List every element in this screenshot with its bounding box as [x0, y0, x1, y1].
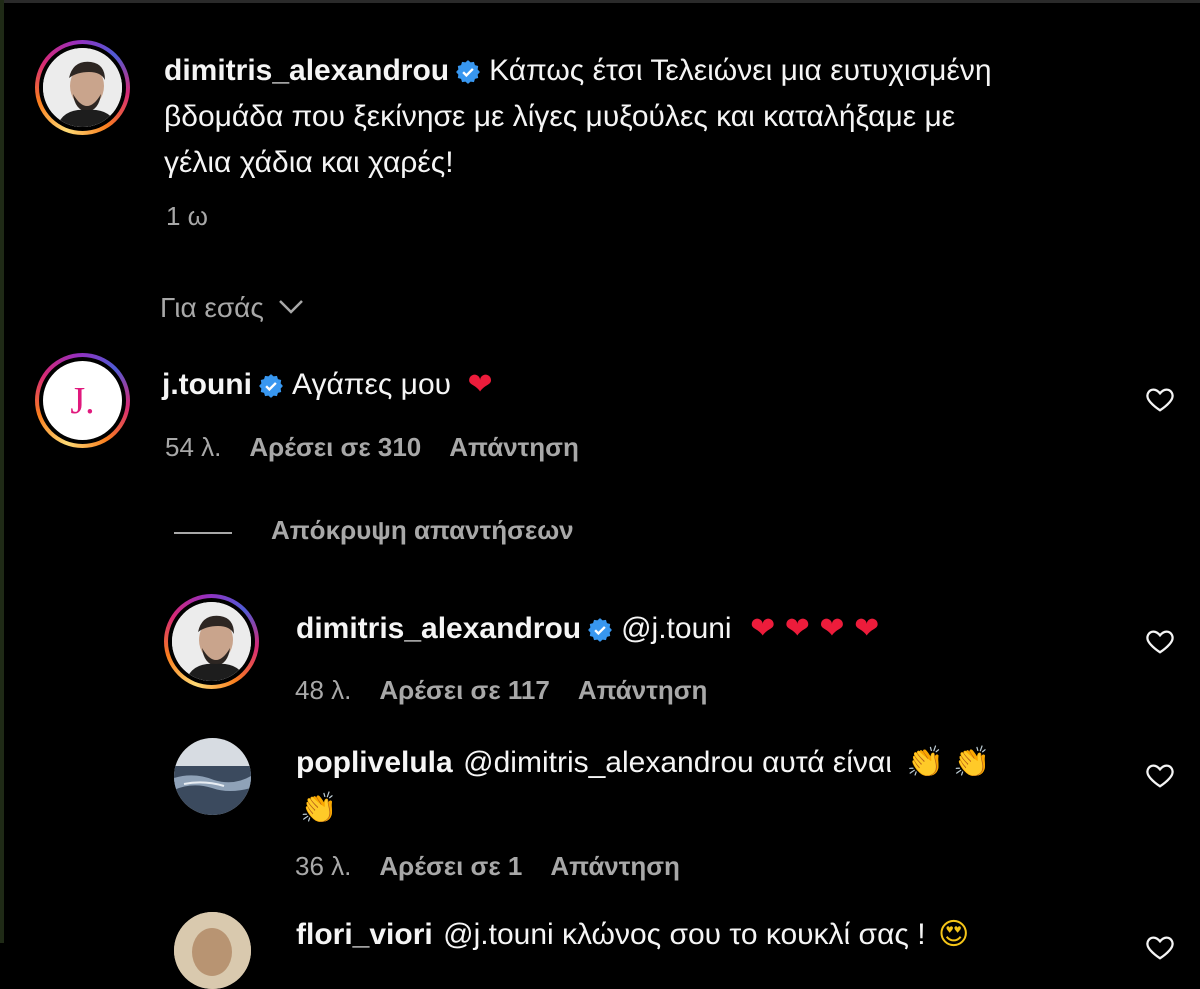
reply-avatar-flori-viori[interactable] — [174, 912, 251, 989]
comment-filter-dropdown[interactable]: Για εσάς — [160, 290, 304, 324]
reply-avatar-poplivelula[interactable] — [174, 738, 251, 815]
heart-eyes-emoji: 😍 — [938, 917, 970, 952]
reply-2-meta: 36 λ. Αρέσει σε 1 Απάντηση — [295, 851, 708, 882]
like-heart-icon[interactable] — [1145, 932, 1175, 962]
avatar-photo — [172, 602, 251, 681]
comment-username[interactable]: j.touni — [162, 368, 252, 401]
reply-username[interactable]: poplivelula — [296, 746, 453, 779]
like-heart-icon[interactable] — [1145, 384, 1175, 414]
reply-username[interactable]: dimitris_alexandrou — [296, 612, 581, 645]
clapping-hands-emoji: 👏 — [300, 791, 338, 826]
reply-text: @j.touni κλώνος σου το κουκλί σας ! — [443, 918, 926, 951]
clapping-hands-emoji: 👏 👏 — [906, 745, 991, 780]
avatar-photo — [43, 48, 122, 127]
post-caption-line-2: βδομάδα που ξεκίνησε με λίγες μυξούλες κ… — [164, 100, 956, 133]
verified-badge-icon — [587, 616, 613, 662]
hide-replies-divider — [174, 532, 232, 534]
reply-2-body: poplivelula @dimitris_alexandrou αυτά εί… — [296, 740, 991, 791]
reply-likes-count[interactable]: Αρέσει σε 117 — [379, 675, 549, 705]
comment-1-meta: 54 λ. Αρέσει σε 310 Απάντηση — [165, 432, 607, 463]
like-heart-icon[interactable] — [1145, 626, 1175, 656]
post-caption-line-3: γέλια χάδια και χαρές! — [164, 146, 454, 179]
reply-username[interactable]: flori_viori — [296, 918, 433, 951]
post-caption-text: Κάπως έτσι Τελειώνει μια ευτυχισμένη — [489, 54, 992, 87]
red-heart-emoji: ❤ — [467, 367, 493, 402]
window-top-border — [0, 0, 1200, 3]
comment-1-body: j.touni Αγάπες μου ❤ — [162, 362, 493, 418]
avatar-logo: J. — [43, 361, 122, 440]
chevron-down-icon — [278, 290, 304, 322]
avatar-logo-letter: J. — [70, 379, 95, 422]
reply-text: @j.touni — [621, 612, 732, 645]
post-author-avatar[interactable] — [35, 40, 130, 135]
reply-text: @dimitris_alexandrou αυτά είναι — [463, 746, 892, 779]
comment-likes-count[interactable]: Αρέσει σε 310 — [249, 432, 421, 462]
hide-replies-button[interactable]: Απόκρυψη απαντήσεων — [271, 515, 574, 546]
window-left-border — [0, 0, 4, 943]
reply-button[interactable]: Απάντηση — [449, 432, 579, 462]
comment-text: Αγάπες μου — [291, 368, 452, 401]
verified-badge-icon — [258, 372, 284, 418]
comment-avatar-j-touni[interactable]: J. — [35, 353, 130, 448]
reply-likes-count[interactable]: Αρέσει σε 1 — [379, 851, 522, 881]
reply-time: 48 λ. — [295, 675, 352, 705]
post-time: 1 ω — [166, 201, 208, 231]
red-hearts-emoji: ❤ ❤ ❤ ❤ — [750, 611, 880, 646]
reply-button[interactable]: Απάντηση — [550, 851, 680, 881]
post-username[interactable]: dimitris_alexandrou — [164, 54, 449, 87]
like-heart-icon[interactable] — [1145, 760, 1175, 790]
reply-time: 36 λ. — [295, 851, 352, 881]
reply-3-body: flori_viori @j.touni κλώνος σου το κουκλ… — [296, 912, 969, 963]
filter-label: Για εσάς — [160, 292, 264, 323]
reply-1-body: dimitris_alexandrou @j.touni ❤ ❤ ❤ ❤ — [296, 606, 879, 662]
reply-button[interactable]: Απάντηση — [578, 675, 708, 705]
comment-time: 54 λ. — [165, 432, 222, 462]
reply-1-meta: 48 λ. Αρέσει σε 117 Απάντηση — [295, 675, 735, 706]
reply-avatar-dimitris[interactable] — [164, 594, 259, 689]
